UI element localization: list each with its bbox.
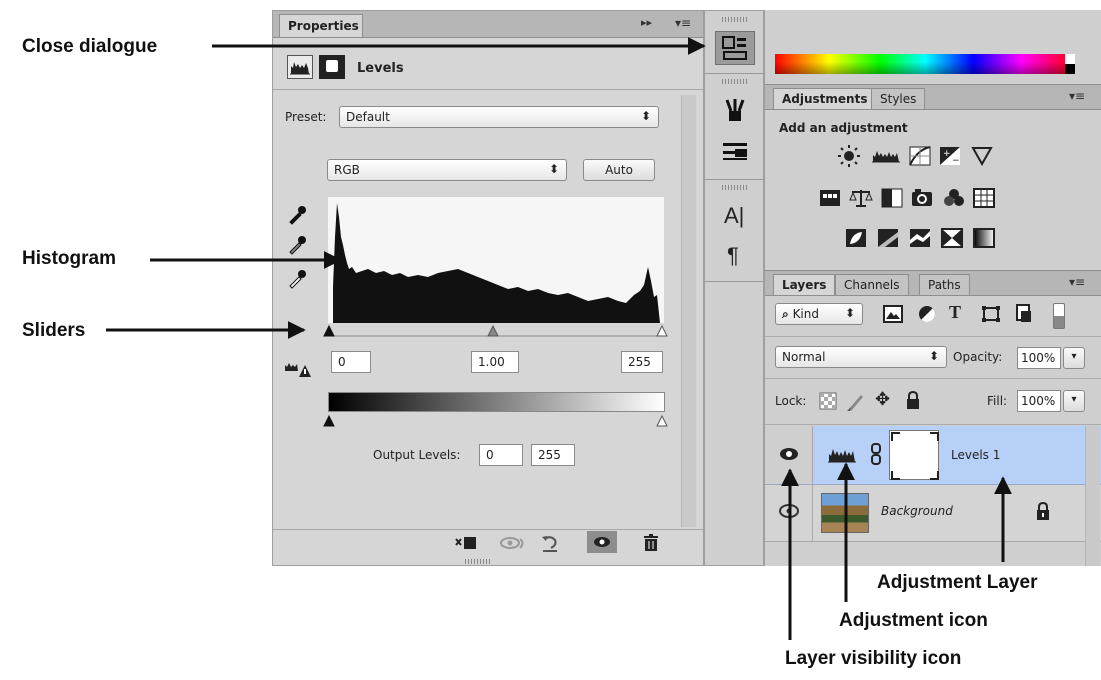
annotation-arrows xyxy=(106,37,1012,640)
